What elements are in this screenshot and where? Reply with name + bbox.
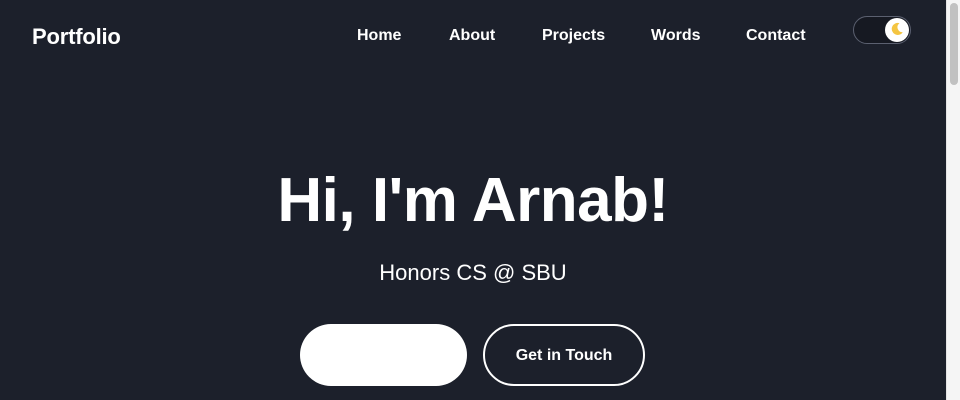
scrollbar-thumb[interactable] <box>950 3 958 85</box>
page: Portfolio Home About Projects Words Cont… <box>0 0 946 400</box>
get-in-touch-button[interactable]: Get in Touch <box>483 324 645 386</box>
hero-title: Hi, I'm Arnab! <box>277 166 669 235</box>
hero-subtitle: Honors CS @ SBU <box>379 260 567 285</box>
vertical-scrollbar[interactable] <box>946 0 960 400</box>
hero-section: Hi, I'm Arnab! Honors CS @ SBU Get in To… <box>0 0 946 400</box>
primary-cta-button[interactable] <box>300 324 467 386</box>
